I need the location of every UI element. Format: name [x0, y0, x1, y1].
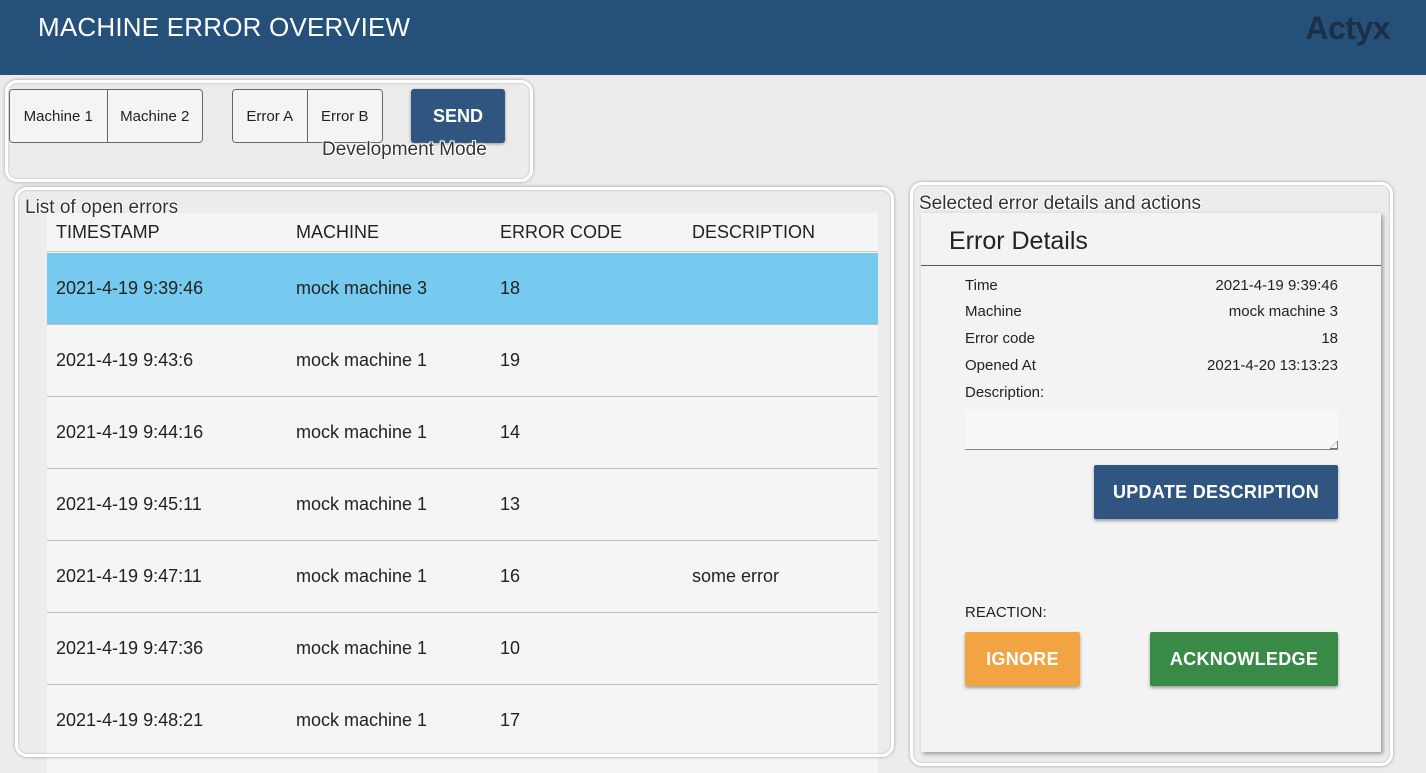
ignore-button[interactable]: IGNORE — [965, 632, 1080, 686]
machine-label: Machine — [965, 303, 1022, 320]
error-toggle-group: Error A Error B — [232, 89, 383, 143]
cell-timestamp: 2021-4-19 9:47:11 — [56, 566, 202, 586]
open-errors-table: TIMESTAMP MACHINE ERROR CODE DESCRIPTION… — [47, 213, 878, 773]
cell-timestamp: 2021-4-19 9:47:36 — [56, 638, 204, 658]
cell-error-code: 17 — [500, 710, 521, 730]
machine-1-toggle[interactable]: Machine 1 — [10, 90, 107, 142]
column-header-machine[interactable]: MACHINE — [296, 222, 379, 243]
description-input[interactable] — [965, 411, 1338, 450]
acknowledge-button[interactable]: ACKNOWLEDGE — [1150, 632, 1338, 686]
cell-machine: mock machine 1 — [296, 422, 428, 442]
cell-machine: mock machine 1 — [296, 566, 428, 586]
error-details-panel: Error Details Time 2021-4-19 9:39:46 Mac… — [921, 213, 1381, 752]
cell-machine: mock machine 3 — [296, 278, 428, 298]
cell-timestamp: 2021-4-19 9:45:11 — [56, 494, 202, 514]
cell-timestamp: 2021-4-19 9:43:6 — [56, 350, 194, 370]
description-label: Description: — [965, 384, 1045, 401]
dev-mode-annotation: Development Mode — [322, 139, 487, 160]
details-annotation: Selected error details and actions — [919, 193, 1201, 214]
app-header: MACHINE ERROR OVERVIEW Actyx — [0, 0, 1426, 75]
cell-machine: mock machine 1 — [296, 494, 428, 514]
cell-machine: mock machine 1 — [296, 638, 428, 658]
table-row[interactable]: 2021-4-19 9:43:6 mock machine 1 19 — [47, 325, 878, 397]
error-a-toggle[interactable]: Error A — [233, 90, 307, 142]
table-row[interactable]: 2021-4-19 9:44:16 mock machine 1 14 — [47, 397, 878, 469]
error-list-annotation: List of open errors — [25, 197, 179, 218]
column-header-timestamp[interactable]: TIMESTAMP — [56, 222, 160, 243]
time-value: 2021-4-19 9:39:46 — [1215, 277, 1338, 294]
table-row[interactable]: 2021-4-19 9:39:46 mock machine 3 18 — [47, 253, 878, 325]
cell-timestamp: 2021-4-19 9:48:21 — [56, 710, 204, 730]
cell-error-code: 14 — [500, 422, 521, 442]
opened-at-value: 2021-4-20 13:13:23 — [1207, 357, 1338, 374]
cell-error-code: 18 — [500, 278, 521, 298]
table-row[interactable]: 2021-4-19 9:45:11 mock machine 1 13 — [47, 469, 878, 541]
machine-toggle-group: Machine 1 Machine 2 — [9, 89, 203, 143]
machine-2-toggle[interactable]: Machine 2 — [106, 90, 202, 142]
cell-error-code: 13 — [500, 494, 521, 514]
cell-error-code: 16 — [500, 566, 521, 586]
send-button[interactable]: SEND — [411, 89, 505, 143]
column-header-description[interactable]: DESCRIPTION — [692, 222, 815, 243]
reaction-label: REACTION: — [965, 604, 1047, 621]
cell-timestamp: 2021-4-19 9:44:16 — [56, 422, 204, 442]
cell-timestamp: 2021-4-19 9:39:46 — [56, 278, 204, 298]
machine-value: mock machine 3 — [1228, 303, 1338, 320]
error-code-value: 18 — [1321, 330, 1338, 347]
opened-at-label: Opened At — [965, 357, 1036, 374]
table-row[interactable]: 2021-4-19 9:47:11 mock machine 1 16 some er… — [47, 541, 878, 613]
table-row[interactable]: 2021-4-19 9:48:21 mock machine 1 17 — [47, 685, 878, 757]
details-title: Error Details — [949, 227, 1088, 255]
update-description-button[interactable]: UPDATE DESCRIPTION — [1094, 465, 1338, 519]
page-title: MACHINE ERROR OVERVIEW — [38, 12, 411, 42]
cell-machine: mock machine 1 — [296, 710, 428, 730]
time-label: Time — [965, 277, 998, 294]
error-code-label: Error code — [965, 330, 1036, 347]
details-divider — [921, 265, 1381, 266]
error-b-toggle[interactable]: Error B — [306, 90, 382, 142]
brand-logo: Actyx — [1305, 10, 1390, 46]
column-header-error-code[interactable]: ERROR CODE — [500, 222, 622, 243]
resize-handle-icon[interactable] — [1330, 441, 1338, 449]
cell-description: some error — [692, 566, 780, 586]
cell-error-code: 19 — [500, 350, 521, 370]
cell-error-code: 10 — [500, 638, 521, 658]
table-row[interactable]: 2021-4-19 9:47:36 mock machine 1 10 — [47, 613, 878, 685]
cell-machine: mock machine 1 — [296, 350, 428, 370]
